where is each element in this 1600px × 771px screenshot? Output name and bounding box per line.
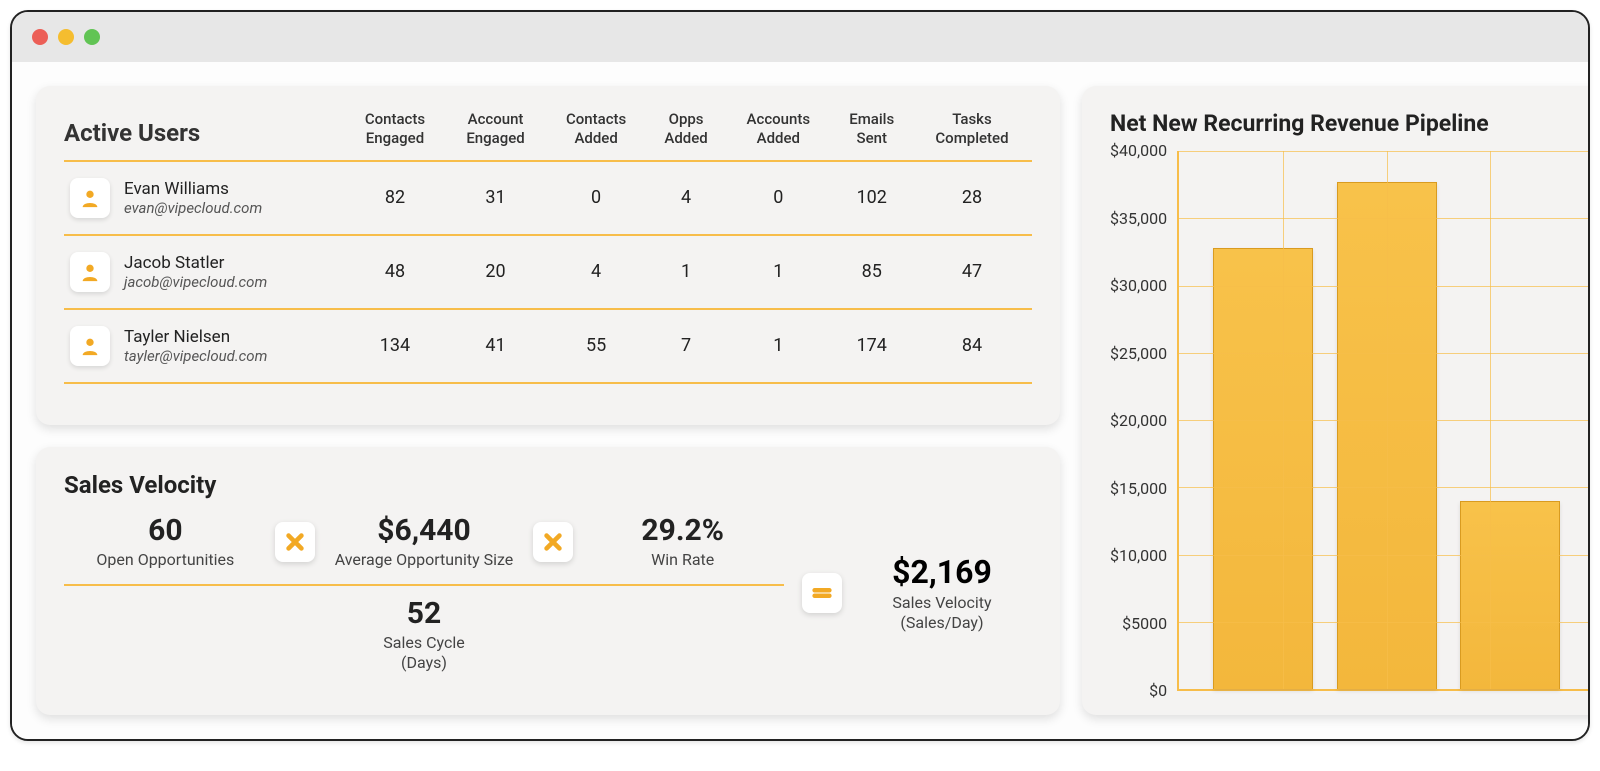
grid-line-v (1283, 151, 1284, 689)
user-name: Tayler Nielsen (124, 327, 267, 347)
chart-plot (1177, 151, 1590, 691)
col-opps-added: OppsAdded (647, 110, 725, 161)
cycle-value: 52 (64, 596, 784, 631)
grid-line-h (1179, 286, 1590, 287)
user-email: evan@vipecloud.com (124, 199, 262, 217)
person-icon (70, 178, 110, 218)
table-cell: 102 (832, 161, 912, 235)
multiply-icon (533, 522, 573, 562)
table-cell: 31 (446, 161, 545, 235)
result-label: Sales Velocity (Sales/Day) (852, 593, 1032, 633)
avg-size-label: Average Opportunity Size (323, 550, 526, 570)
grid-line-h (1179, 151, 1590, 152)
app-window: Active Users ContactsEngaged AccountEnga… (10, 10, 1590, 741)
chart-y-axis: $40,000$35,000$30,000$25,000$20,000$15,0… (1110, 151, 1177, 691)
fraction-line (64, 584, 784, 586)
open-opps-label: Open Opportunities (64, 550, 267, 570)
table-cell: 85 (832, 235, 912, 309)
avg-size-value: $6,440 (323, 513, 526, 548)
table-cell: 28 (912, 161, 1032, 235)
active-users-card: Active Users ContactsEngaged AccountEnga… (36, 86, 1060, 425)
active-users-title: Active Users (64, 110, 344, 161)
table-cell: 55 (545, 309, 647, 383)
grid-line-h (1179, 555, 1590, 556)
dashboard-content: Active Users ContactsEngaged AccountEnga… (12, 62, 1588, 739)
col-contacts-added: ContactsAdded (545, 110, 647, 161)
table-cell: 20 (446, 235, 545, 309)
table-cell: 47 (912, 235, 1032, 309)
table-row: Evan Williamsevan@vipecloud.com823104010… (64, 161, 1032, 235)
grid-line-v (1490, 151, 1491, 689)
table-cell: 84 (912, 309, 1032, 383)
grid-line-h (1179, 353, 1590, 354)
grid-line-v (1387, 151, 1388, 689)
chart-bar (1213, 248, 1313, 689)
sales-cycle-term: 52 Sales Cycle (Days) (64, 596, 784, 673)
result-value: $2,169 (852, 553, 1032, 591)
grid-line-h (1179, 218, 1590, 219)
titlebar (12, 12, 1588, 62)
person-icon (70, 326, 110, 366)
cycle-label: Sales Cycle (Days) (64, 633, 784, 673)
person-icon (70, 252, 110, 292)
col-account-engaged: AccountEngaged (446, 110, 545, 161)
open-opps-value: 60 (64, 513, 267, 548)
col-accounts-added: AccountsAdded (725, 110, 831, 161)
grid-line-h (1179, 420, 1590, 421)
user-cell: Evan Williamsevan@vipecloud.com (64, 161, 344, 235)
table-cell: 134 (344, 309, 446, 383)
table-cell: 1 (647, 235, 725, 309)
user-cell: Jacob Statlerjacob@vipecloud.com (64, 235, 344, 309)
table-cell: 82 (344, 161, 446, 235)
table-cell: 174 (832, 309, 912, 383)
open-opportunities-term: 60 Open Opportunities (64, 513, 267, 570)
table-cell: 1 (725, 235, 831, 309)
table-cell: 0 (545, 161, 647, 235)
multiply-icon (275, 522, 315, 562)
active-users-table: Active Users ContactsEngaged AccountEnga… (64, 110, 1032, 384)
chart-bar (1460, 501, 1560, 689)
table-row: Tayler Nielsentayler@vipecloud.com134415… (64, 309, 1032, 383)
user-name: Evan Williams (124, 179, 262, 199)
grid-line-h (1179, 622, 1590, 623)
table-cell: 1 (725, 309, 831, 383)
window-close-icon[interactable] (32, 29, 48, 45)
table-cell: 7 (647, 309, 725, 383)
window-maximize-icon[interactable] (84, 29, 100, 45)
user-name: Jacob Statler (124, 253, 267, 273)
table-cell: 4 (545, 235, 647, 309)
table-cell: 41 (446, 309, 545, 383)
equals-icon (802, 573, 842, 613)
chart-body: $40,000$35,000$30,000$25,000$20,000$15,0… (1110, 151, 1590, 691)
table-cell: 48 (344, 235, 446, 309)
window-minimize-icon[interactable] (58, 29, 74, 45)
sales-velocity-title: Sales Velocity (64, 471, 1032, 499)
user-cell: Tayler Nielsentayler@vipecloud.com (64, 309, 344, 383)
user-email: jacob@vipecloud.com (124, 273, 267, 291)
win-rate-value: 29.2% (581, 513, 784, 548)
win-rate-label: Win Rate (581, 550, 784, 570)
user-email: tayler@vipecloud.com (124, 347, 267, 365)
col-tasks-completed: TasksCompleted (912, 110, 1032, 161)
win-rate-term: 29.2% Win Rate (581, 513, 784, 570)
revenue-pipeline-card: Net New Recurring Revenue Pipeline $40,0… (1082, 86, 1590, 715)
sales-velocity-result: $2,169 Sales Velocity (Sales/Day) (852, 553, 1032, 633)
table-cell: 0 (725, 161, 831, 235)
col-contacts-engaged: ContactsEngaged (344, 110, 446, 161)
avg-opp-size-term: $6,440 Average Opportunity Size (323, 513, 526, 570)
table-row: Jacob Statlerjacob@vipecloud.com48204118… (64, 235, 1032, 309)
table-cell: 4 (647, 161, 725, 235)
col-emails-sent: EmailsSent (832, 110, 912, 161)
chart-title: Net New Recurring Revenue Pipeline (1110, 110, 1590, 137)
grid-line-h (1179, 487, 1590, 488)
sales-velocity-card: Sales Velocity 60 Open Opportunities $6,… (36, 447, 1060, 715)
